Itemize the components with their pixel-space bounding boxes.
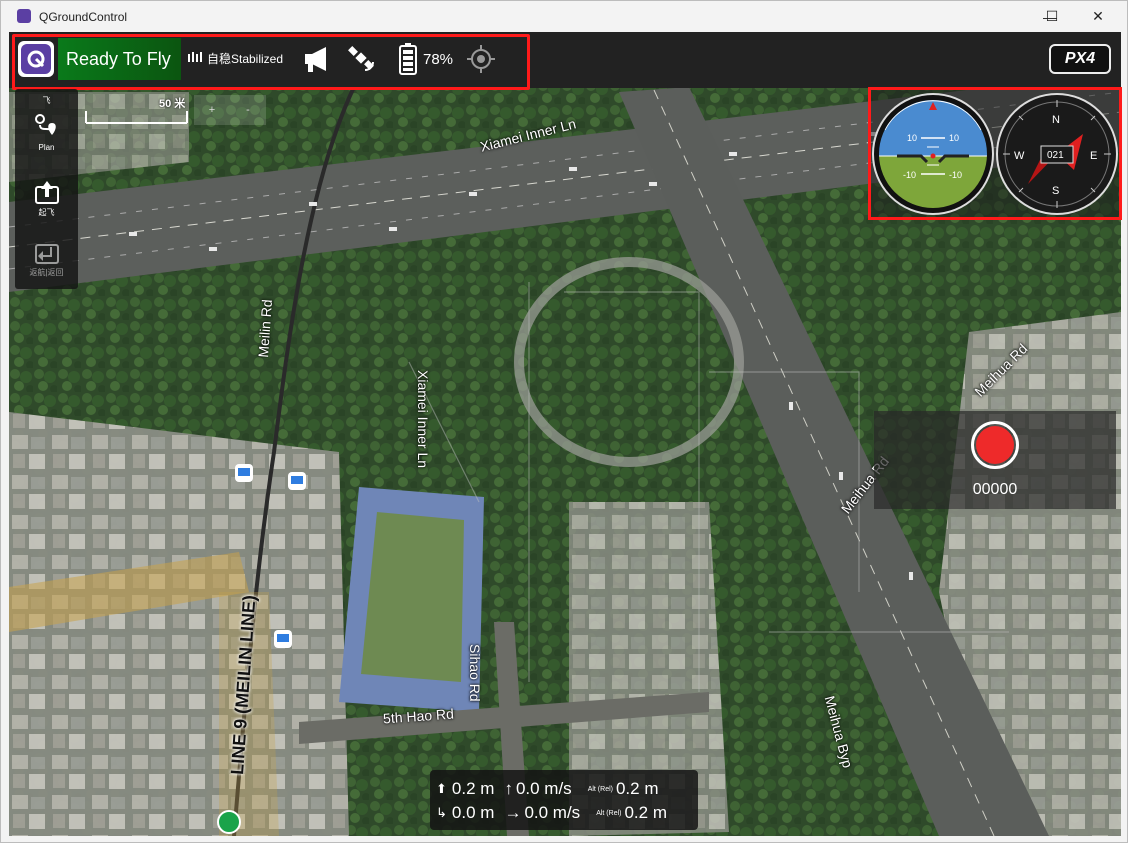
zoom-in-button[interactable]: + xyxy=(194,95,230,125)
distance-icon: ↳ xyxy=(436,805,447,820)
altitude-value: 0.2 m xyxy=(451,779,495,798)
vertical-speed-value: 0.0 m/s xyxy=(515,779,572,798)
horizontal-speed-value: 0.0 m/s xyxy=(524,803,581,822)
horizontal-speed-icon: → xyxy=(504,803,522,822)
pitch-label-10-left: 10 xyxy=(907,133,917,143)
compass-s: S xyxy=(1052,185,1059,197)
map-label-xiamei-inner-ln-2: Xiamei Inner Ln xyxy=(415,370,431,469)
toolbar-highlight xyxy=(12,34,530,90)
record-dot-icon xyxy=(976,426,1014,464)
map-scale: 50 米 xyxy=(85,95,195,125)
record-button[interactable] xyxy=(971,421,1019,469)
title-bar[interactable]: QGroundControl — ☐ ✕ xyxy=(1,1,1127,32)
compass-n: N xyxy=(1052,114,1060,126)
alt-rel-value-2: 0.2 m xyxy=(624,803,667,822)
main-toolbar: Ready To Fly 自稳Stabilized 78% PX4 xyxy=(9,32,1121,90)
px4-logo: PX4 xyxy=(1049,44,1111,74)
toolstrip-return[interactable]: 返航|返回 xyxy=(15,237,78,278)
app-window: QGroundControl — ☐ ✕ Xiamei Inner Ln Mei… xyxy=(0,0,1128,843)
pitch-label-neg10-left: -10 xyxy=(903,170,916,180)
altitude-up-icon: ⬆ xyxy=(436,781,447,796)
close-button[interactable]: ✕ xyxy=(1075,1,1121,32)
pitch-label-neg10-right: -10 xyxy=(949,170,962,180)
toolstrip-fly[interactable]: 飞 xyxy=(15,95,78,106)
instrument-graphics: 10 10 -10 -10 N S W E 021 xyxy=(872,93,1118,215)
return-icon xyxy=(15,237,78,267)
tool-strip: 飞 Plan 起飞 返航|返回 xyxy=(15,89,78,289)
toolstrip-plan[interactable]: Plan xyxy=(15,109,78,152)
takeoff-icon xyxy=(15,177,78,207)
fly-label: 飞 xyxy=(42,96,51,105)
maximize-button[interactable]: ☐ xyxy=(1029,1,1075,32)
pitch-label-10-right: 10 xyxy=(949,133,959,143)
app-icon xyxy=(17,9,31,23)
instrument-panel: 10 10 -10 -10 N S W E 021 xyxy=(868,87,1122,220)
distance-value: 0.0 m xyxy=(451,803,495,822)
plan-label: Plan xyxy=(38,143,55,152)
compass-e: E xyxy=(1090,150,1097,162)
record-counter: 00000 xyxy=(972,481,1018,498)
zoom-controls: + - xyxy=(194,95,266,125)
alt-rel-label-2: Alt (Rel) xyxy=(596,809,622,817)
compass-w: W xyxy=(1014,150,1025,162)
window-title: QGroundControl xyxy=(39,10,128,24)
telemetry-panel: ⬆ 0.2 m ↑ 0.0 m/s Alt (Rel) 0.2 m ↳ 0.0 … xyxy=(430,770,698,830)
zoom-out-button[interactable]: - xyxy=(230,95,266,125)
plan-icon xyxy=(15,109,78,143)
return-label: 返航|返回 xyxy=(29,268,64,277)
video-record-panel: 00000 xyxy=(874,411,1116,509)
takeoff-label: 起飞 xyxy=(38,208,55,217)
toolstrip-takeoff[interactable]: 起飞 xyxy=(15,177,78,218)
vertical-speed-icon: ↑ xyxy=(504,779,513,798)
alt-rel-value-1: 0.2 m xyxy=(615,779,659,798)
map-label-sihao-rd: Sihao Rd xyxy=(467,644,483,702)
compass-heading: 021 xyxy=(1047,150,1064,161)
alt-rel-label: Alt (Rel) xyxy=(587,785,613,793)
